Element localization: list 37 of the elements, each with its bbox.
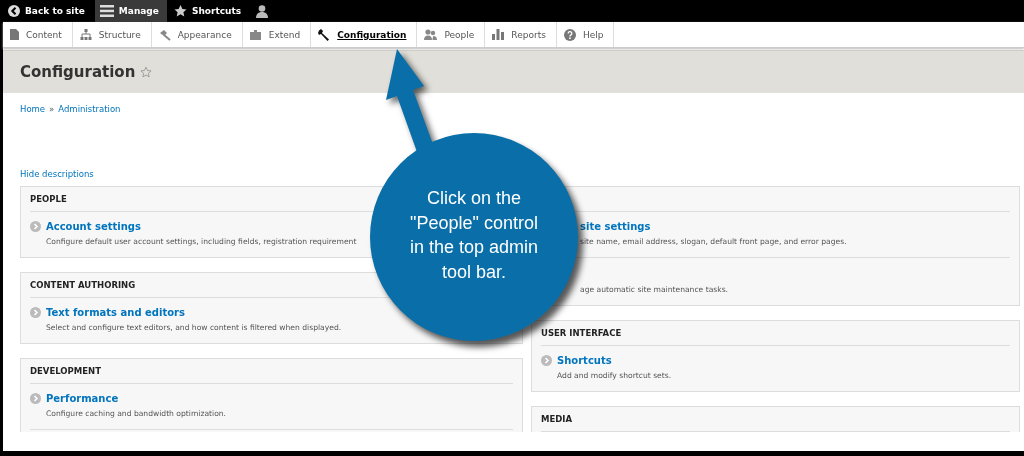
settings-link[interactable]: Account settings (46, 221, 141, 232)
chevron-icon (30, 307, 41, 318)
toolbar-item[interactable]: Manage (94, 0, 167, 22)
section-heading: DEVELOPMENT (30, 359, 513, 384)
settings-link[interactable]: Shortcuts (557, 355, 612, 366)
chevron-icon (541, 355, 552, 366)
toolbar-tab[interactable]: Structure (72, 22, 152, 47)
help-icon (563, 28, 576, 41)
page-title: Configuration (20, 63, 136, 81)
toolbar-item[interactable]: Back to site (3, 0, 93, 22)
hide-descriptions-link[interactable]: Hide descriptions (20, 169, 94, 179)
file-icon (10, 29, 19, 40)
toolbar-tab[interactable]: Appearance (151, 22, 243, 47)
settings-link[interactable]: Text formats and editors (46, 307, 185, 318)
chevron-icon (30, 221, 41, 232)
bar-chart-icon (492, 29, 505, 40)
breadcrumb-link[interactable]: Administration (58, 104, 121, 114)
toolbar-tab[interactable]: Extend (242, 22, 312, 47)
star-icon (173, 5, 187, 17)
menu-icon (99, 5, 114, 17)
breadcrumb-separator: » (49, 104, 55, 114)
back-arrow-icon (8, 5, 20, 17)
people-icon (424, 29, 438, 40)
toolbar-tab[interactable]: Help (556, 22, 615, 47)
sitemap-icon (79, 29, 92, 40)
toolbar-item[interactable]: Shortcuts (168, 0, 250, 22)
star-outline-icon (140, 66, 153, 78)
chevron-icon (30, 393, 41, 404)
settings-link[interactable]: site settings (580, 221, 651, 232)
section-heading: MEDIA (541, 407, 1010, 432)
user-icon (256, 4, 269, 18)
settings-link[interactable]: Performance (46, 393, 119, 404)
breadcrumb-link[interactable]: Home (20, 104, 46, 114)
toolbar-tab[interactable]: People (417, 22, 486, 47)
toolbar-tab[interactable]: Content (3, 22, 73, 47)
toolbar-tab[interactable]: Reports (485, 22, 557, 47)
toolbar-tab[interactable]: Configuration (311, 22, 418, 47)
